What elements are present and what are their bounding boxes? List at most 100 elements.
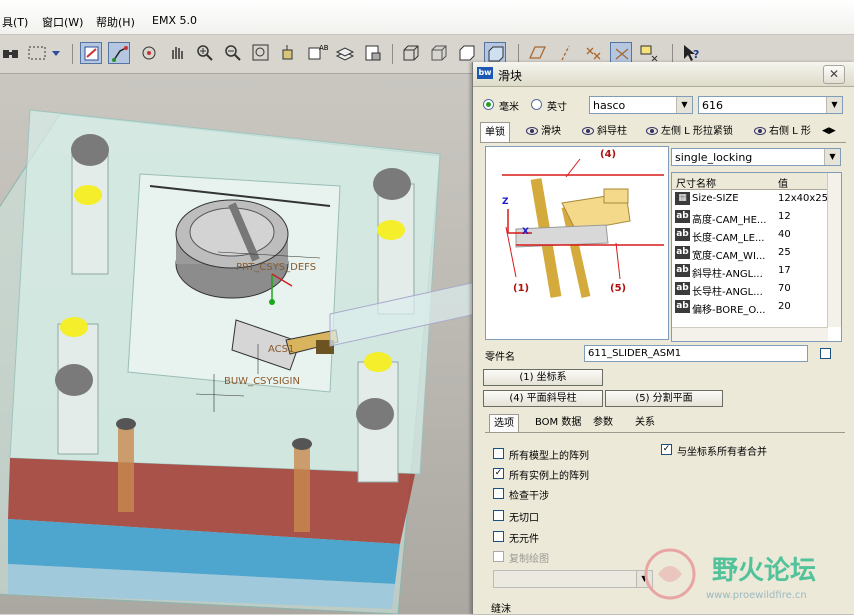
view-manager-icon[interactable] [362, 42, 384, 64]
table-row[interactable]: ab 偏移-BORE_O... 20 [672, 298, 827, 316]
tab-params[interactable]: 参数 [589, 414, 617, 432]
tab-scroll-arrows[interactable]: ◀▶ [822, 122, 836, 141]
text-field-icon: ab [675, 300, 690, 313]
preview-label-4: (4) [600, 149, 617, 160]
forum-watermark: 野火论坛 www.proewildfire.cn [640, 544, 854, 614]
datum-csys-icon[interactable] [610, 42, 632, 64]
dialog-titlebar[interactable]: bw 滑块 ✕ [473, 62, 854, 87]
guide-pillar-tl [71, 134, 109, 275]
catalog-value: 616 [702, 99, 723, 112]
table-row[interactable]: ab 宽度-CAM_WI... 25 [672, 244, 827, 262]
menu-emx[interactable]: EMX 5.0 [152, 14, 197, 27]
unit-mm-label: 毫米 [499, 102, 519, 113]
option-label-1: 所有实例上的阵列 [509, 471, 589, 482]
chevron-down-icon: ▼ [826, 97, 842, 113]
tab-angle-pin[interactable]: 斜导柱 [582, 122, 627, 141]
zoom-in-icon[interactable] [194, 42, 216, 64]
wireframe-icon[interactable] [400, 42, 422, 64]
pan-hand-icon[interactable] [166, 42, 188, 64]
option-label-2: 检查干涉 [509, 491, 549, 502]
option-checkbox-2[interactable] [493, 488, 504, 499]
zoom-out-icon[interactable] [222, 42, 244, 64]
refit-icon[interactable] [250, 42, 272, 64]
type-select[interactable]: single_locking ▼ [671, 148, 841, 166]
table-row[interactable]: ▦ Size-SIZE 12x40x25 [672, 190, 828, 208]
bw-logo-icon: bw [477, 67, 493, 79]
menu-bar: 具(T) 窗口(W) 帮助(H) EMX 5.0 [0, 0, 854, 35]
tab-single-lock[interactable]: 单锁 [480, 122, 510, 142]
unit-mm-radio[interactable] [483, 99, 494, 110]
preview-label-1: (1) [513, 283, 530, 294]
text-field-icon: ab [675, 264, 690, 277]
dialog-title: 滑块 [498, 69, 523, 83]
menu-help[interactable]: 帮助(H) [96, 14, 135, 30]
catalog-select[interactable]: 616 ▼ [698, 96, 843, 114]
table-row[interactable]: ab 长度-CAM_LE... 40 [672, 226, 827, 244]
repaint-icon[interactable] [80, 42, 102, 64]
table-row[interactable]: ab 长导柱-ANGL... 70 [672, 280, 827, 298]
unit-inch-radio[interactable] [531, 99, 542, 110]
parting-plane-button[interactable]: (5) 分割平面 [605, 390, 723, 407]
annotation-icon[interactable] [638, 42, 660, 64]
datum-plane-icon[interactable] [526, 42, 548, 64]
option-label-0: 所有模型上的阵列 [509, 451, 589, 462]
part-name-input[interactable]: 611_SLIDER_ASM1 [584, 345, 808, 362]
text-field-icon: ab [675, 282, 690, 295]
orient-icon[interactable] [108, 42, 130, 64]
grid-horizontal-scrollbar[interactable] [672, 327, 828, 341]
reorient-icon[interactable] [278, 42, 300, 64]
csys-button[interactable]: (1) 坐标系 [483, 369, 603, 386]
menu-tools[interactable]: 具(T) [2, 14, 28, 30]
supplier-value: hasco [593, 99, 626, 112]
hidden-line-icon[interactable] [428, 42, 450, 64]
option-checkbox-3[interactable] [493, 510, 504, 521]
component-tabs: 单锁 滑块 斜导柱 左侧 L 形拉紧锁 右侧 L 形 ◀▶ [480, 122, 846, 143]
context-help-icon[interactable]: ? [680, 42, 702, 64]
table-row[interactable]: ab 斜导柱-ANGL... 17 [672, 262, 827, 280]
preview-label-5: (5) [610, 283, 627, 294]
eye-icon [754, 127, 766, 135]
grid-vertical-scrollbar[interactable] [827, 173, 841, 327]
merge-checkbox[interactable]: ✓ [661, 444, 672, 455]
datum-axis-icon[interactable] [554, 42, 576, 64]
tab-slider[interactable]: 滑块 [526, 122, 561, 141]
eye-icon [646, 127, 658, 135]
tab-right-l-lock[interactable]: 右侧 L 形 [754, 122, 820, 141]
spin-center-icon[interactable] [138, 42, 160, 64]
part-name-checkbox[interactable] [820, 348, 831, 359]
part-name-label: 零件名 [485, 352, 515, 363]
datum-point-icon[interactable] [582, 42, 604, 64]
supplier-select[interactable]: hasco ▼ [589, 96, 693, 114]
grid-header-name: 尺寸名称 [676, 179, 716, 190]
bottom-label: 缝沫 [491, 604, 511, 615]
option-checkbox-4[interactable] [493, 531, 504, 542]
close-button[interactable]: ✕ [823, 65, 845, 84]
select-box-icon[interactable] [26, 42, 66, 64]
saved-views-icon[interactable]: AB [306, 42, 329, 64]
preview-axis-z: Z [502, 197, 509, 207]
model-viewport[interactable]: PRT_CSYS_DEFS ACS1 BUW_CSYSIGIN [0, 74, 476, 614]
text-field-icon: ab [675, 210, 690, 223]
table-row[interactable]: ab 高度-CAM_HE... 12 [672, 208, 827, 226]
eye-icon [582, 127, 594, 135]
binoculars-icon[interactable] [0, 42, 22, 64]
tab-relations[interactable]: 关系 [631, 414, 659, 432]
option-checkbox-5 [493, 551, 504, 562]
plane-pin-button[interactable]: (4) 平面斜导柱 [483, 390, 603, 407]
grid-icon: ▦ [675, 192, 690, 205]
no-hidden-icon[interactable] [456, 42, 478, 64]
grid-header: 尺寸名称 值 [672, 173, 841, 190]
shading-icon[interactable] [484, 42, 506, 64]
tab-left-l-lock[interactable]: 左侧 L 形拉紧锁 [646, 122, 733, 141]
tab-bom[interactable]: BOM 数据 [531, 414, 585, 432]
menu-window[interactable]: 窗口(W) [42, 14, 83, 30]
option-checkbox-0[interactable] [493, 448, 504, 459]
layers-icon[interactable] [334, 42, 356, 64]
option-label-5: 复制绘图 [509, 554, 549, 565]
type-value: single_locking [675, 151, 753, 164]
option-checkbox-1[interactable]: ✓ [493, 468, 504, 479]
tab-options[interactable]: 选项 [489, 414, 519, 432]
text-field-icon: ab [675, 246, 690, 259]
grid-header-value: 值 [778, 179, 788, 190]
guide-pillar-tr [373, 168, 415, 315]
